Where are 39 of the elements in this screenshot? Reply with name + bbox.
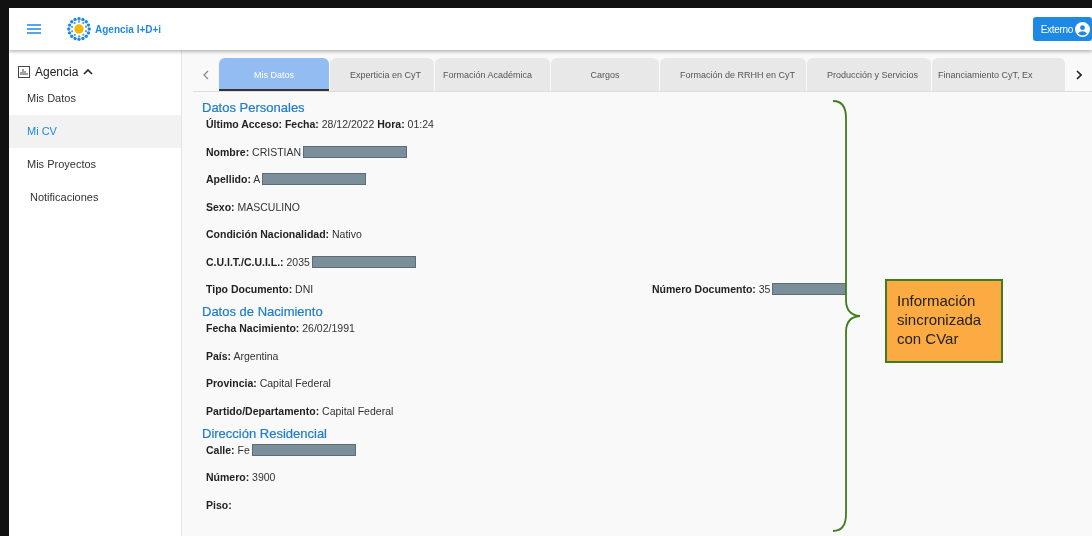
tab[interactable]: Cargos (551, 58, 659, 91)
section-title: Dirección Residencial (202, 424, 327, 443)
logo-icon (65, 15, 93, 43)
field-text: Número Documento: 35 (652, 283, 771, 296)
field-text: País: Argentina (206, 349, 279, 362)
section-title: Datos de Nacimiento (202, 303, 323, 321)
field-text: Apellido: A (206, 173, 261, 186)
field-text: Sexo: MASCULINO (206, 200, 300, 213)
sidebar-item[interactable]: Mis Proyectos (9, 148, 181, 181)
field-text: Tipo Documento: DNI (206, 283, 314, 296)
sidebar-item[interactable]: Mi CV (9, 115, 181, 148)
chart-icon (18, 66, 30, 78)
user-icon (1075, 21, 1090, 37)
annotation-callout: Información sincronizada con CVar (885, 279, 1003, 363)
logo-text: Agencia I+D+i (95, 23, 162, 35)
tab[interactable]: Financiamiento CyT, Ex (932, 58, 1065, 91)
sidebar-item[interactable]: Mis Datos (9, 82, 181, 115)
field-text: C.U.I.T./C.U.I.L.: 2035 (206, 255, 310, 268)
chevron-up-icon (83, 69, 94, 75)
tab[interactable]: Producción y Servicios (807, 58, 931, 91)
user-button[interactable]: Externo (1032, 17, 1092, 41)
tab[interactable]: Experticia en CyT (330, 58, 434, 91)
field-text: Piso: (206, 498, 232, 511)
tab[interactable]: Formación de RRHH en CyT (660, 58, 806, 91)
menu-icon[interactable] (27, 24, 41, 34)
tab[interactable]: Formación Académica (435, 58, 550, 91)
field-text: Partido/Departamento: Capital Federal (206, 404, 394, 417)
section-title: Datos Personales (202, 99, 305, 117)
field-text: Calle: Fe (206, 443, 250, 456)
sidebar-group[interactable]: Agencia (9, 62, 181, 82)
field-text: Número: 3900 (206, 471, 276, 484)
field-text: Condición Nacionalidad: Nativo (206, 228, 362, 241)
chevron-right-icon[interactable] (1076, 69, 1082, 80)
field-text: Provincia: Capital Federal (206, 377, 331, 390)
chevron-left-icon[interactable] (203, 69, 209, 80)
field-text: Último Acceso: Fecha: 28/12/2022 Hora: 01:24 (206, 118, 434, 130)
sidebar-item[interactable]: Notificaciones (9, 181, 181, 214)
field-text: Fecha Nacimiento: 26/02/1991 (206, 322, 355, 334)
field-text: Nombre: CRISTIAN (206, 145, 302, 158)
